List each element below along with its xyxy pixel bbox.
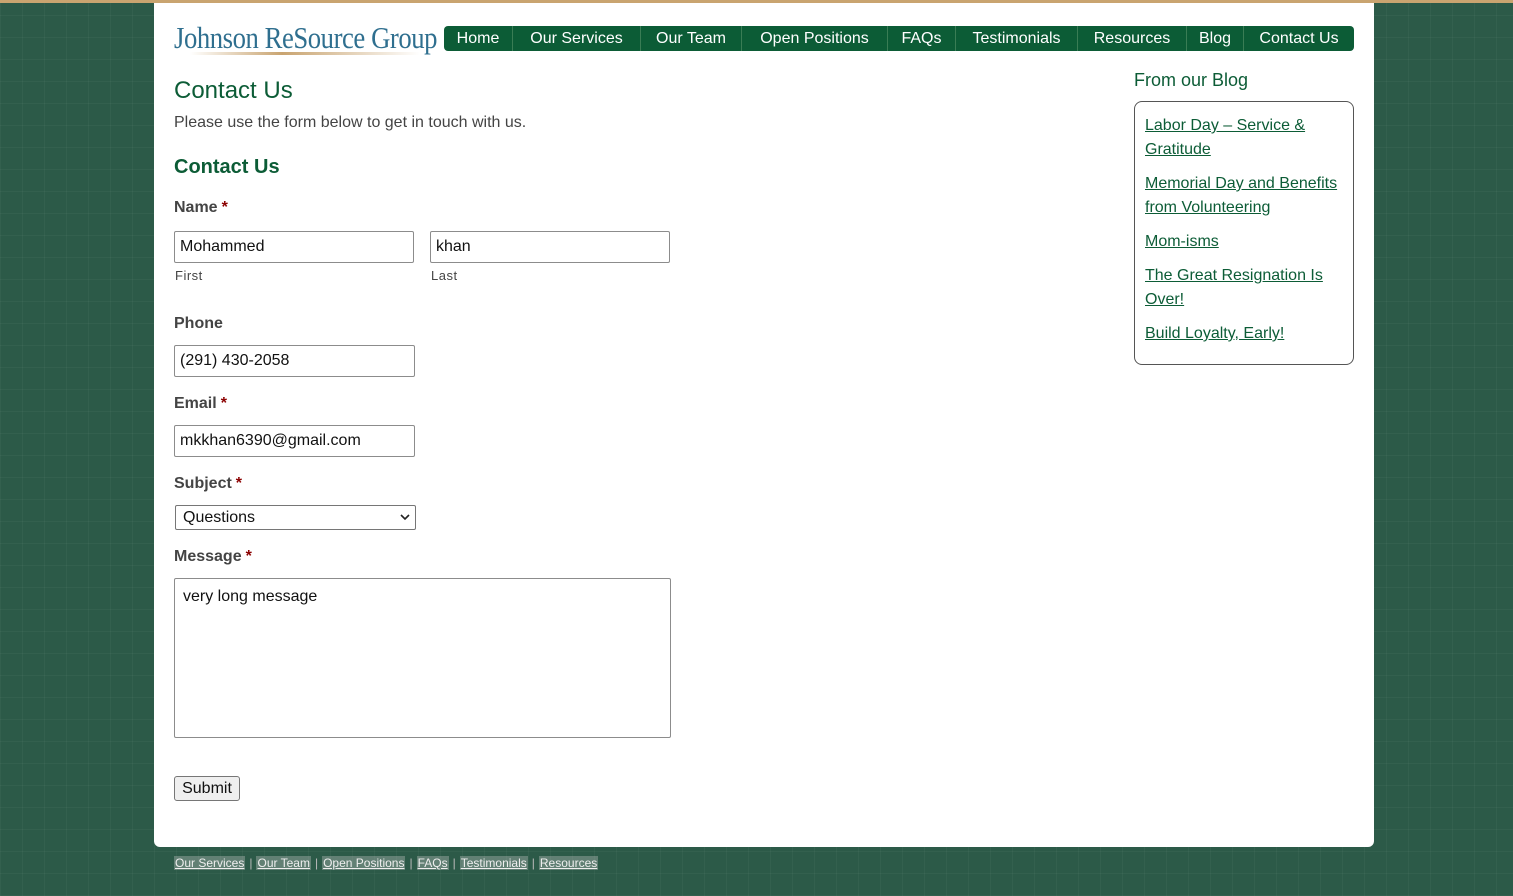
footer-link-our-services[interactable]: Our Services	[174, 856, 246, 870]
footer-separator: |	[314, 856, 319, 870]
footer-link-open-positions[interactable]: Open Positions	[322, 856, 406, 870]
chevron-down-icon	[399, 506, 411, 537]
email-label-text: Email	[174, 395, 217, 412]
nav-contact-us[interactable]: Contact Us	[1244, 26, 1354, 51]
nav-open-positions[interactable]: Open Positions	[742, 26, 888, 51]
phone-label-text: Phone	[174, 315, 223, 332]
page-intro: Please use the form below to get in touc…	[174, 114, 527, 131]
required-mark: *	[245, 548, 252, 565]
first-name-value: Mohammed	[180, 238, 265, 255]
footer-link-our-team[interactable]: Our Team	[256, 856, 311, 870]
last-name-value: khan	[436, 238, 471, 255]
phone-value: (291) 430-2058	[180, 352, 290, 369]
required-mark: *	[221, 199, 228, 216]
nav-blog[interactable]: Blog	[1187, 26, 1244, 51]
nav-our-team[interactable]: Our Team	[641, 26, 742, 51]
footer-separator: |	[249, 856, 253, 870]
sidebar-title: From our Blog	[1134, 70, 1249, 90]
blog-link-build-loyalty[interactable]: Build Loyalty, Early!	[1145, 322, 1343, 346]
subject-label-text: Subject	[174, 475, 232, 492]
form-title: Contact Us	[174, 156, 280, 178]
nav-home[interactable]: Home	[444, 26, 513, 51]
message-label-text: Message	[174, 548, 242, 565]
footer-separator: |	[531, 856, 535, 870]
blog-link-great-resignation[interactable]: The Great Resignation Is Over!	[1145, 264, 1343, 312]
message-label: Message *	[174, 548, 252, 566]
subject-selected-value: Questions	[183, 509, 256, 526]
nav-faqs[interactable]: FAQs	[888, 26, 956, 51]
email-value: mkkhan6390@gmail.com	[180, 432, 361, 449]
phone-input[interactable]: (291) 430-2058	[174, 345, 415, 377]
nav-our-services[interactable]: Our Services	[513, 26, 641, 51]
submit-button[interactable]: Submit	[174, 776, 240, 801]
last-name-input[interactable]: khan	[430, 231, 670, 263]
footer-nav: Our Services | Our Team | Open Positions | FAQ…	[174, 856, 599, 870]
footer-link-resources[interactable]: Resources	[538, 856, 599, 870]
name-label: Name *	[174, 199, 228, 217]
required-mark: *	[220, 395, 227, 412]
last-name-sublabel: Last	[431, 268, 458, 283]
message-value: very long message	[183, 588, 318, 605]
footer-separator: |	[409, 856, 413, 870]
blog-link-mom-isms[interactable]: Mom-isms	[1145, 230, 1343, 254]
subject-select[interactable]: Questions	[175, 505, 416, 530]
footer-link-faqs[interactable]: FAQs	[416, 856, 449, 870]
page-container: Johnson ReSource Group Home Our Services…	[154, 3, 1374, 847]
phone-label: Phone	[174, 315, 223, 333]
main-nav: Home Our Services Our Team Open Position…	[444, 26, 1354, 51]
first-name-input[interactable]: Mohammed	[174, 231, 414, 263]
logo-swoosh	[190, 52, 420, 55]
required-mark: *	[235, 475, 243, 492]
blog-link-labor-day[interactable]: Labor Day – Service & Gratitude	[1145, 114, 1343, 162]
message-textarea[interactable]: very long message	[174, 578, 671, 738]
subject-label: Subject *	[174, 475, 242, 493]
email-input[interactable]: mkkhan6390@gmail.com	[174, 425, 415, 457]
page-title: Contact Us	[174, 77, 293, 104]
blog-link-memorial-day[interactable]: Memorial Day and Benefits from Volunteer…	[1145, 172, 1343, 220]
name-label-text: Name	[174, 199, 218, 216]
first-name-sublabel: First	[175, 268, 203, 283]
footer-separator: |	[452, 856, 456, 870]
nav-resources[interactable]: Resources	[1078, 26, 1187, 51]
nav-testimonials[interactable]: Testimonials	[956, 26, 1078, 51]
email-label: Email *	[174, 395, 227, 413]
footer-link-testimonials[interactable]: Testimonials	[459, 856, 528, 870]
blog-links-box: Labor Day – Service & Gratitude Memorial…	[1134, 101, 1354, 365]
